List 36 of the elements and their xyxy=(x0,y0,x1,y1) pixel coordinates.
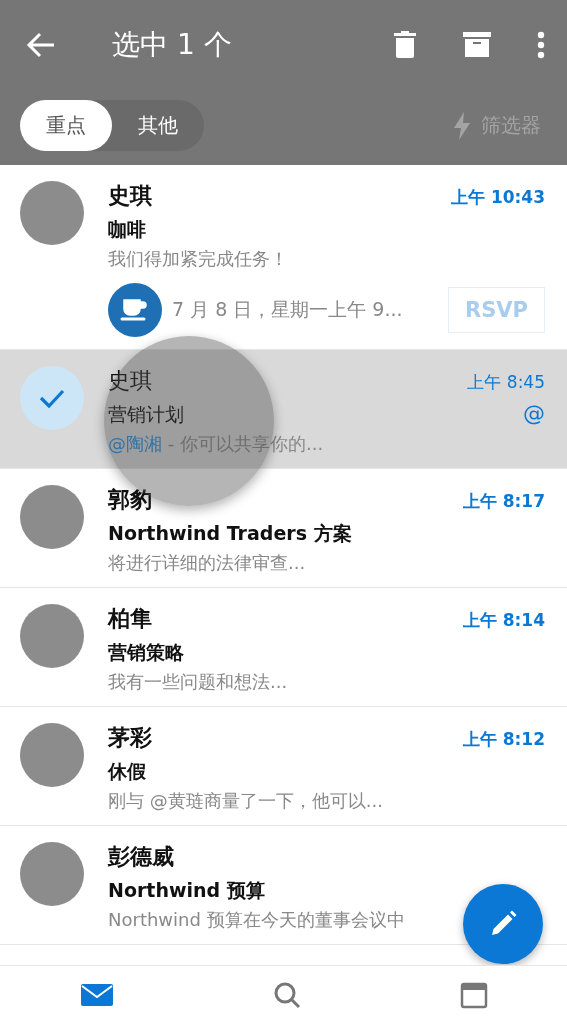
sender-name: 史琪 xyxy=(108,367,152,395)
message-subject: 咖啡 xyxy=(108,217,146,242)
inbox-tab[interactable]: 重点 xyxy=(20,100,112,151)
message-preview: 我们得加紧完成任务！ xyxy=(108,247,288,271)
inbox-tab[interactable]: 其他 xyxy=(112,100,204,151)
message-subject: 营销策略 xyxy=(108,640,184,665)
message-subject: 休假 xyxy=(108,759,146,784)
coffee-cup-icon xyxy=(108,283,162,337)
message-time: 上午 8:17 xyxy=(462,490,545,513)
message-time: 上午 10:43 xyxy=(450,186,545,209)
mention-marker: @ xyxy=(523,400,545,426)
message-preview: Northwind 预算在今天的董事会议中 xyxy=(108,908,405,932)
message-subject: 营销计划 xyxy=(108,402,184,427)
message-time: 上午 8:12 xyxy=(462,728,545,751)
sender-name: 茅彩 xyxy=(108,724,152,752)
sender-name: 柏隼 xyxy=(108,605,152,633)
compose-button[interactable] xyxy=(463,884,543,964)
message-row[interactable]: 茅彩 上午 8:12 休假 刚与 @黄琏商量了一下，他可以... xyxy=(0,707,567,826)
message-preview: 我有一些问题和想法... xyxy=(108,670,288,694)
event-date: 7 月 8 日，星期一上午 9... xyxy=(172,297,404,322)
message-preview: 刚与 @黄琏商量了一下，他可以... xyxy=(108,789,383,813)
sender-name: 彭德威 xyxy=(108,843,174,871)
message-row[interactable]: 史琪 上午 10:43 咖啡 我们得加紧完成任务！ 7 月 8 日，星期一上午 9... RSVP xyxy=(0,165,567,350)
app-bar-title: 选中 1 个 xyxy=(112,27,233,63)
message-subject: Northwind Traders 方案 xyxy=(108,521,352,546)
message-preview: 将进行详细的法律审查... xyxy=(108,551,306,575)
sender-name: 史琪 xyxy=(108,182,152,210)
check-icon xyxy=(39,388,65,408)
lightning-icon xyxy=(453,111,471,140)
message-row[interactable]: 柏隼 上午 8:14 营销策略 我有一些问题和想法... xyxy=(0,588,567,707)
message-time: 上午 8:45 xyxy=(467,371,545,394)
message-subject: Northwind 预算 xyxy=(108,878,265,903)
message-time: 上午 8:14 xyxy=(462,609,545,632)
pencil-icon xyxy=(489,910,517,938)
sender-name: 郭豹 xyxy=(108,486,152,514)
message-row[interactable]: 郭豹 上午 8:17 Northwind Traders 方案 将进行详细的法律审查... xyxy=(0,469,567,588)
